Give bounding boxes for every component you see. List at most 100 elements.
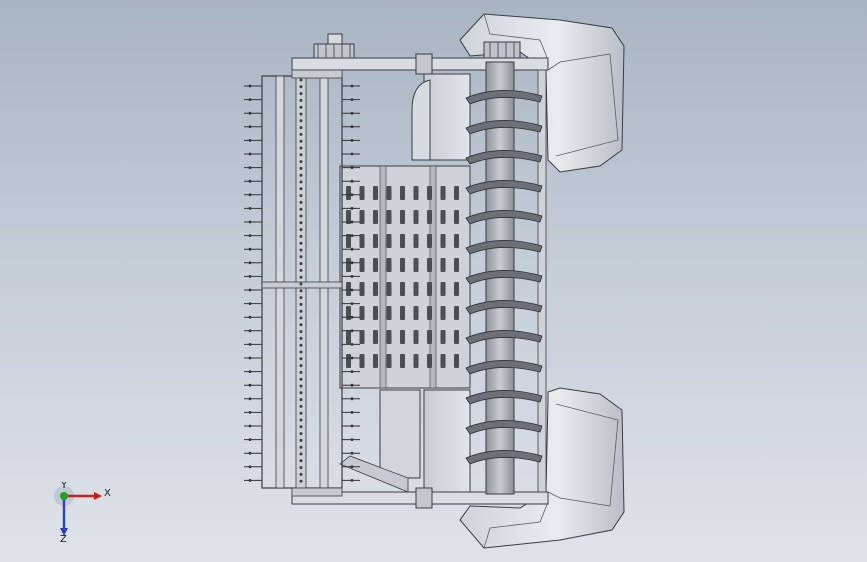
chain-link: [299, 105, 303, 109]
reel-tine-tip: [350, 288, 354, 292]
chain-link: [299, 187, 303, 191]
chain-link: [299, 418, 303, 422]
axis-triad[interactable]: X Y Z: [50, 482, 120, 542]
reel-tine-tip: [350, 98, 354, 101]
grate-slot: [359, 186, 365, 200]
grate-slot: [427, 210, 432, 224]
chain-link: [299, 459, 303, 463]
chain-link: [299, 241, 303, 245]
reel-tine-tip: [350, 356, 354, 360]
reel-tine-tip: [248, 383, 252, 387]
reel-tine-tip: [248, 261, 252, 265]
grate-slot: [400, 186, 405, 200]
reel-tine-tip: [248, 356, 252, 360]
grate-slot: [400, 306, 405, 320]
chain-link: [299, 466, 303, 470]
reel-tine-tip: [248, 288, 252, 292]
reel-tine-tip: [248, 438, 252, 441]
grate-slot: [359, 282, 365, 296]
grate-slot: [454, 234, 459, 248]
chain-link: [299, 221, 303, 225]
grate-slot: [427, 306, 432, 320]
cad-viewport[interactable]: X Y Z: [0, 0, 867, 562]
grate-slot: [413, 282, 419, 296]
grate-slot: [386, 258, 392, 272]
grate-slot: [454, 306, 459, 320]
y-axis-label: Y: [60, 482, 68, 491]
reel-tine-tip: [248, 451, 252, 455]
chain-link: [299, 207, 303, 211]
chain-link: [299, 132, 303, 136]
chain-link: [299, 452, 303, 456]
grate-slot: [454, 330, 459, 344]
grate-slot: [386, 354, 392, 368]
reel-tine-tip: [350, 125, 354, 129]
reel-tine-tip: [350, 234, 354, 238]
reel-tine-tip: [350, 479, 354, 482]
reel-tine-tip: [350, 247, 354, 251]
reel-tine-tip: [248, 411, 252, 414]
chain-link: [299, 445, 303, 449]
reel-tine-tip: [248, 302, 252, 305]
reel-tine-tip: [248, 465, 252, 469]
x-axis-label: X: [104, 488, 111, 499]
z-axis-label: Z: [60, 534, 67, 542]
chain-link: [299, 404, 303, 408]
reel-tine-tip: [350, 315, 354, 319]
grate-slot: [346, 306, 351, 320]
grate-slot: [454, 282, 459, 296]
chain-link: [299, 234, 303, 238]
grate-slot: [359, 210, 365, 224]
reel-tine-tip: [350, 152, 354, 156]
reel-tine-tip: [248, 152, 252, 156]
reel-tine-tip: [350, 343, 354, 346]
grate-slot: [413, 306, 419, 320]
grate-slot: [413, 258, 419, 272]
chain-link: [299, 330, 303, 334]
x-arrow-head: [94, 492, 102, 500]
grate-slot: [346, 186, 351, 200]
chain-link: [299, 248, 303, 252]
chain-link: [299, 438, 303, 442]
chain-link: [299, 336, 303, 340]
reel-tine-tip: [248, 125, 252, 129]
reel-tine-tip: [350, 193, 354, 197]
reel-tine-tip: [350, 411, 354, 414]
chain-link: [299, 479, 303, 483]
reel-tine-tip: [248, 397, 252, 401]
grate-slot: [400, 210, 405, 224]
chain-link: [299, 166, 303, 170]
reel-tine-tip: [350, 84, 354, 88]
feeder-house-grate: [339, 165, 471, 389]
harvester-header-model[interactable]: [0, 0, 867, 562]
grate-slot: [413, 330, 419, 344]
grate-slot: [386, 330, 392, 344]
chain-link: [299, 296, 303, 300]
reel-tine-tip: [350, 111, 354, 115]
grate-slot: [386, 186, 392, 200]
y-axis-dot: [60, 492, 68, 500]
chain-link: [299, 343, 303, 347]
reel-tine-tip: [248, 424, 252, 428]
chain-link: [299, 173, 303, 177]
chain-link: [299, 302, 303, 306]
chain-link: [299, 357, 303, 361]
chain-link: [299, 275, 303, 279]
chain-link: [299, 425, 303, 429]
grate-slot: [346, 282, 351, 296]
chain-link: [299, 78, 303, 82]
chain-link: [299, 85, 303, 89]
chain-link: [299, 92, 303, 96]
auger: [465, 61, 543, 495]
grate-slot: [386, 282, 392, 296]
grate-slot: [359, 234, 365, 248]
reel-tine-tip: [248, 166, 252, 170]
grate-slot: [400, 282, 405, 296]
chain-link: [299, 98, 303, 102]
grate-slot: [454, 210, 459, 224]
chain-link: [299, 309, 303, 313]
grate-slot: [359, 258, 365, 272]
reel-tine-tip: [350, 207, 354, 210]
grate-slot: [440, 354, 446, 368]
chain-link: [299, 194, 303, 198]
